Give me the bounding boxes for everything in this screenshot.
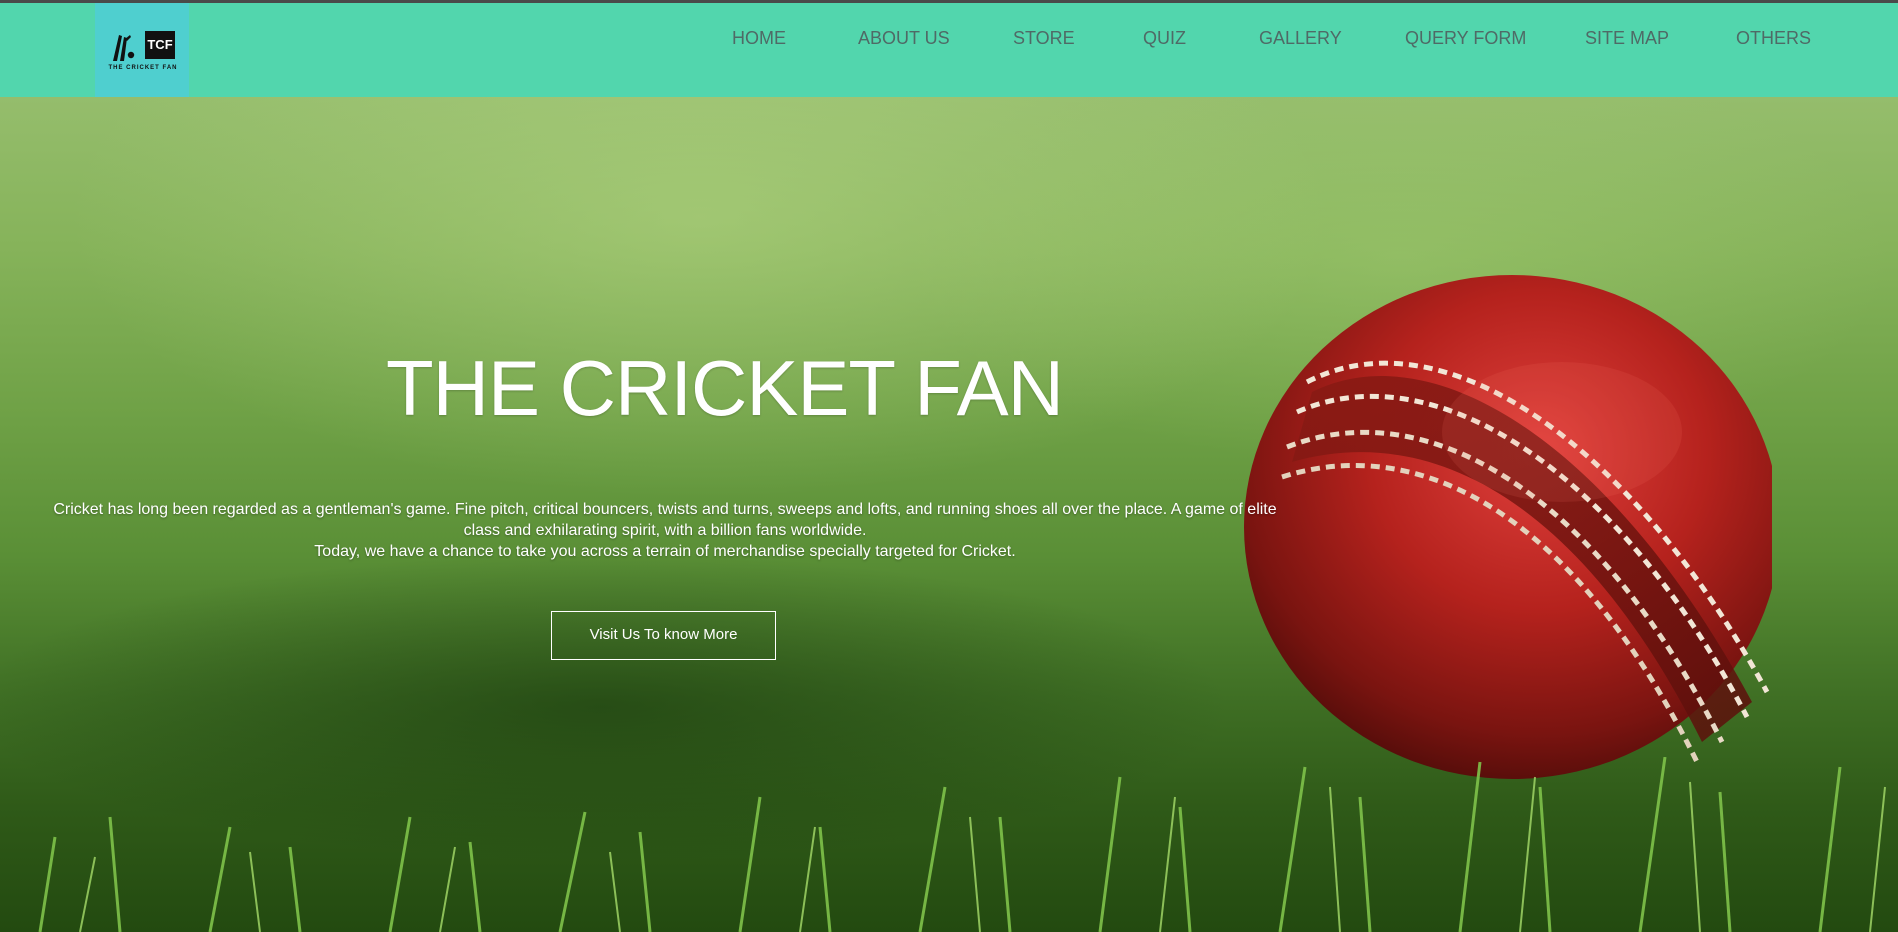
nav-store[interactable]: STORE <box>1013 23 1075 53</box>
cricket-bat-icon <box>113 35 135 61</box>
visit-us-button[interactable]: Visit Us To know More <box>551 611 776 660</box>
hero-section: THE CRICKET FAN Cricket has long been re… <box>0 97 1898 932</box>
hero-description-line-1: Cricket has long been regarded as a gent… <box>53 501 1277 539</box>
nav-quiz[interactable]: QUIZ <box>1143 23 1186 53</box>
grass-foreground <box>38 757 1886 932</box>
logo-mark: TCF <box>109 31 175 63</box>
nav-gallery[interactable]: GALLERY <box>1259 23 1342 53</box>
site-logo[interactable]: TCF THE CRICKET FAN <box>95 3 189 97</box>
nav-query-form[interactable]: QUERY FORM <box>1405 23 1526 53</box>
nav-about-us[interactable]: ABOUT US <box>858 23 950 53</box>
cricket-ball-image <box>1244 275 1772 779</box>
hero-title: THE CRICKET FAN <box>386 344 1064 432</box>
page: TCF THE CRICKET FAN HOME ABOUT US STORE … <box>0 0 1898 932</box>
nav-home[interactable]: HOME <box>732 23 786 53</box>
nav-others[interactable]: OTHERS <box>1736 23 1811 53</box>
hero-description: Cricket has long been regarded as a gent… <box>40 499 1290 562</box>
logo-badge: TCF <box>145 31 175 59</box>
nav-site-map[interactable]: SITE MAP <box>1585 23 1669 53</box>
navbar: TCF THE CRICKET FAN HOME ABOUT US STORE … <box>0 3 1898 97</box>
logo-subtitle: THE CRICKET FAN <box>108 65 178 71</box>
hero-description-line-2: Today, we have a chance to take you acro… <box>314 543 1016 560</box>
